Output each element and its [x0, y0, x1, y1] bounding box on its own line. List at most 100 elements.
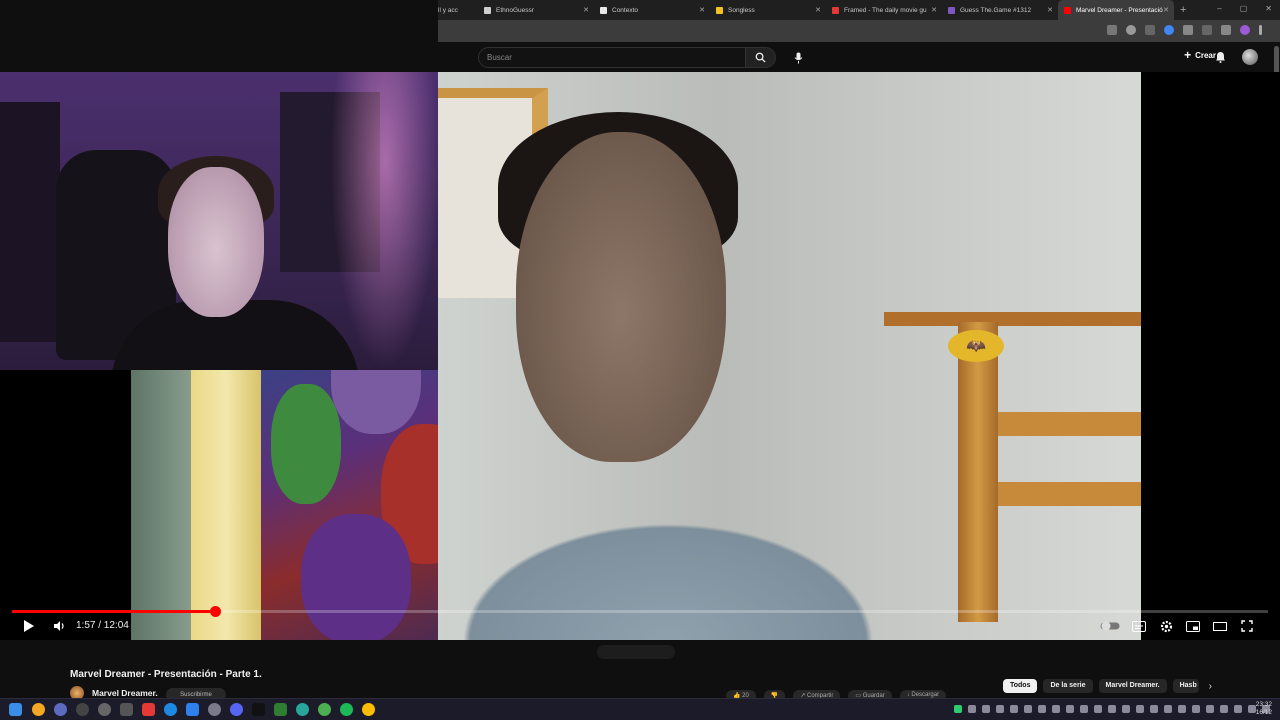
app-icon[interactable] — [186, 703, 199, 716]
notifications-button[interactable] — [1215, 50, 1226, 68]
new-tab-button[interactable]: + — [1180, 4, 1186, 16]
app-icon[interactable] — [98, 703, 111, 716]
tab-ethnoguessr[interactable]: EthnoGuessr ✕ — [478, 0, 594, 20]
voice-search-button[interactable] — [788, 47, 809, 68]
sidebar-icon[interactable] — [1202, 25, 1212, 35]
discord-icon[interactable] — [230, 703, 243, 716]
tray-icon[interactable] — [1136, 705, 1144, 713]
search-icon — [755, 52, 766, 63]
tab-guess-the-game[interactable]: Guess The.Game #1312 ✕ — [942, 0, 1058, 20]
app-icon[interactable] — [76, 703, 89, 716]
chrome-icon[interactable] — [318, 703, 331, 716]
tray-icon[interactable] — [996, 705, 1004, 713]
tray-icon[interactable] — [1108, 705, 1116, 713]
app-icon[interactable] — [54, 703, 67, 716]
star-bookmark-icon[interactable] — [1126, 25, 1136, 35]
autoplay-toggle[interactable] — [1100, 618, 1120, 634]
progress-scrubber[interactable] — [210, 606, 221, 617]
pink-light — [330, 72, 438, 370]
tray-icon[interactable] — [982, 705, 990, 713]
tray-icon[interactable] — [1220, 705, 1228, 713]
tray-icon[interactable] — [1024, 705, 1032, 713]
tray-icon[interactable] — [1052, 705, 1060, 713]
chrome-icon[interactable] — [362, 703, 375, 716]
chip-todos[interactable]: Todos — [1003, 679, 1038, 693]
tab-framed[interactable]: Framed - The daily movie gu ✕ — [826, 0, 942, 20]
close-icon[interactable]: ✕ — [931, 6, 937, 14]
tray-icon[interactable] — [1066, 705, 1074, 713]
tiktok-icon[interactable] — [252, 703, 265, 716]
close-icon[interactable]: ✕ — [1163, 6, 1169, 14]
puzzle-icon[interactable] — [1183, 25, 1193, 35]
chip-de-la-serie[interactable]: De la serie — [1043, 679, 1093, 693]
bed-slat — [998, 412, 1141, 436]
tab-marvel-dreamer[interactable]: Marvel Dreamer - Presentació ✕ — [1058, 0, 1174, 20]
subtitles-button[interactable] — [1131, 618, 1147, 634]
tab-contexto[interactable]: Contexto ✕ — [594, 0, 710, 20]
install-icon[interactable] — [1107, 25, 1117, 35]
close-window-button[interactable]: ✕ — [1265, 4, 1272, 13]
gear-icon — [1160, 620, 1172, 632]
theater-mode-button[interactable] — [1212, 618, 1228, 634]
app-icon[interactable] — [296, 703, 309, 716]
tab-label: EthnoGuessr — [496, 6, 534, 14]
app-icon[interactable] — [208, 703, 221, 716]
chip-channel[interactable]: Marvel Dreamer. — [1098, 679, 1167, 693]
tray-icon[interactable] — [1192, 705, 1200, 713]
account-avatar[interactable] — [1242, 49, 1258, 65]
app-icon[interactable] — [120, 703, 133, 716]
profile-avatar[interactable] — [1240, 25, 1250, 35]
play-icon — [24, 620, 34, 632]
channel-name[interactable]: Marvel Dreamer. — [92, 688, 158, 698]
close-icon[interactable]: ✕ — [815, 6, 821, 14]
tray-icon[interactable] — [954, 705, 962, 713]
clock-time: 23:32 — [1255, 701, 1272, 708]
tray-icon[interactable] — [1178, 705, 1186, 713]
tray-icon[interactable] — [968, 705, 976, 713]
tray-icon[interactable] — [1038, 705, 1046, 713]
tray-icon[interactable] — [1010, 705, 1018, 713]
settings-button[interactable] — [1158, 618, 1174, 634]
video-player[interactable]: 🦇 — [0, 72, 1280, 640]
tab-songless[interactable]: Songless ✕ — [710, 0, 826, 20]
poster-figure — [301, 514, 411, 640]
minimize-button[interactable]: – — [1217, 4, 1221, 13]
fullscreen-button[interactable] — [1239, 618, 1255, 634]
search-taskbar-icon[interactable] — [32, 703, 45, 716]
app-icon[interactable] — [274, 703, 287, 716]
play-button[interactable] — [20, 618, 38, 634]
create-button[interactable]: + Crear — [1184, 49, 1216, 61]
downloads-icon[interactable] — [1221, 25, 1231, 35]
chip-partial[interactable]: Hasb — [1172, 679, 1199, 693]
system-tray — [954, 705, 1270, 713]
maximize-button[interactable]: ▢ — [1240, 4, 1248, 13]
close-icon[interactable]: ✕ — [1047, 6, 1053, 14]
miniplayer-button[interactable] — [1185, 618, 1201, 634]
chevron-right-icon[interactable]: › — [1209, 681, 1212, 692]
tray-icon[interactable] — [1094, 705, 1102, 713]
search-button[interactable] — [746, 47, 776, 68]
tab-partial[interactable]: ll y acc — [438, 0, 478, 20]
screen: ll y acc EthnoGuessr ✕ Contexto ✕ Songle… — [0, 0, 1280, 720]
taskbar-clock[interactable]: 23:32 16/12 — [1256, 701, 1272, 717]
spotify-icon[interactable] — [340, 703, 353, 716]
windows-start-icon[interactable] — [9, 703, 22, 716]
tray-icon[interactable] — [1206, 705, 1214, 713]
menu-kebab-icon[interactable] — [1259, 25, 1262, 35]
extension-icon[interactable] — [1164, 25, 1174, 35]
close-icon[interactable]: ✕ — [699, 6, 705, 14]
tray-icon[interactable] — [1164, 705, 1172, 713]
tray-icon[interactable] — [1150, 705, 1158, 713]
volume-button[interactable] — [51, 618, 69, 634]
tray-icon[interactable] — [1234, 705, 1242, 713]
tray-icon[interactable] — [1080, 705, 1088, 713]
close-icon[interactable]: ✕ — [583, 6, 589, 14]
clock-date: 16/12 — [1255, 709, 1272, 716]
app-icon[interactable] — [142, 703, 155, 716]
volume-icon — [54, 621, 64, 631]
extension-icon[interactable] — [1145, 25, 1155, 35]
browser-toolbar-icons — [1107, 25, 1262, 35]
app-icon[interactable] — [164, 703, 177, 716]
search-input[interactable]: Buscar — [478, 47, 746, 68]
tray-icon[interactable] — [1122, 705, 1130, 713]
